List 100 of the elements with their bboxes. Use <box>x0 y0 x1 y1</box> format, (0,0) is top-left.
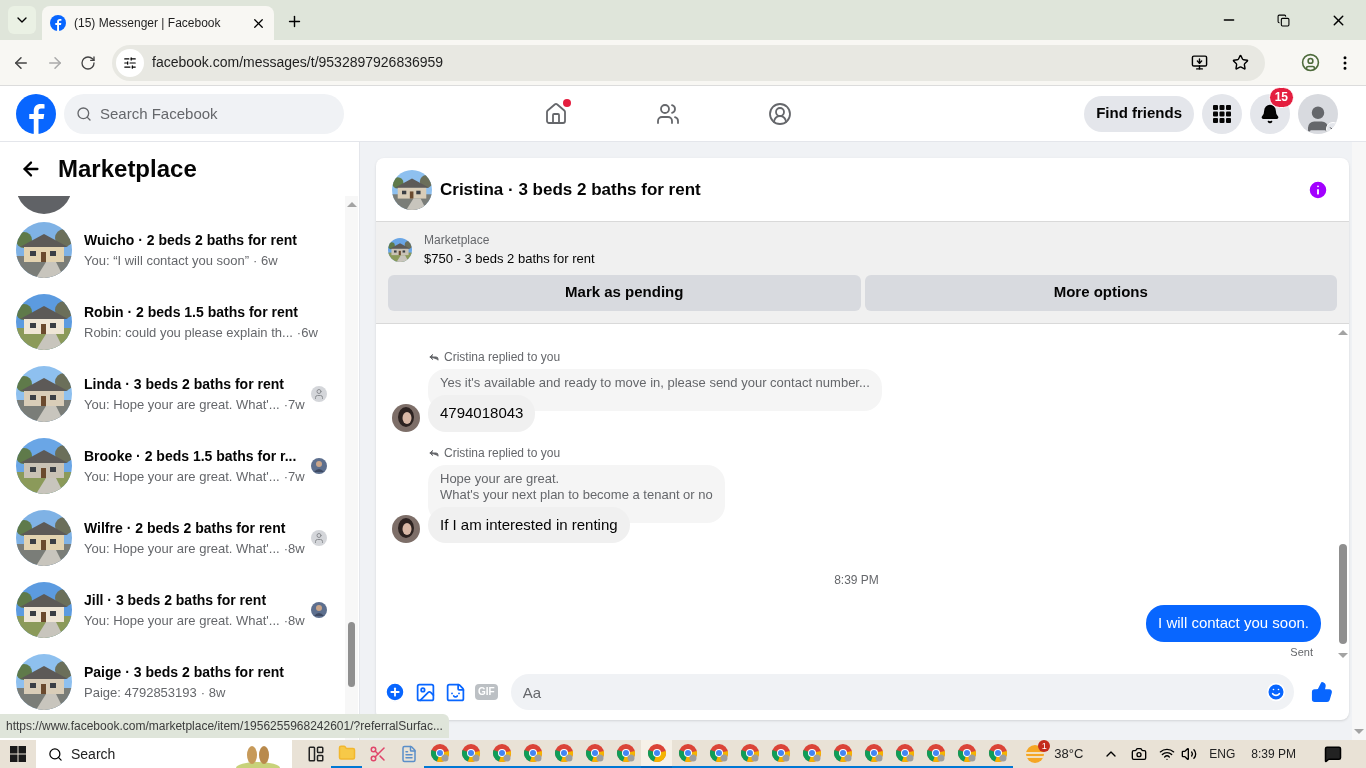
address-bar[interactable]: facebook.com/messages/t/9532897926836959 <box>112 44 1265 81</box>
quoted-message: Yes it's available and ready to move in, please send your contact number... <box>440 375 870 391</box>
delivery-status: Sent <box>1290 644 1313 660</box>
browser-tab[interactable]: (15) Messenger | Facebook <box>42 6 274 40</box>
conversation-title: Brooke · 2 beds 1.5 baths for r... <box>84 446 298 466</box>
message-preview: You: Hope your are great. What'... <box>84 611 280 630</box>
temperature: 38°C <box>1054 745 1084 764</box>
tab-title: (15) Messenger | Facebook <box>74 15 222 32</box>
message-field[interactable]: Aa <box>510 674 1294 710</box>
search-icon <box>48 746 63 762</box>
account-button[interactable] <box>1298 93 1338 134</box>
conversation-title: Robin · 2 beds 1.5 baths for rent <box>84 302 299 322</box>
message-time: ·7w <box>283 395 305 414</box>
conversation-item[interactable]: Brooke · 2 beds 1.5 baths for r... You: Hope your are great. What'... ·7w <box>0 430 345 502</box>
taskbar-search-field[interactable]: Search <box>36 740 292 768</box>
wifi-icon[interactable] <box>1159 746 1176 762</box>
menu-button[interactable] <box>1202 93 1242 134</box>
plus-icon[interactable] <box>384 681 406 703</box>
message-bubble: If I am interested in renting <box>428 506 630 543</box>
sidebar-title: Marketplace <box>58 154 197 184</box>
home-icon <box>544 102 568 126</box>
url-text: facebook.com/messages/t/9532897926836959 <box>152 53 445 72</box>
message-time: ·8w <box>283 611 305 630</box>
new-tab-icon[interactable] <box>286 13 303 30</box>
message-preview: Robin: could you please explain th... <box>84 323 293 342</box>
message-bubble: 4794018043 <box>428 395 536 432</box>
reply-label: Cristina replied to you <box>444 444 561 462</box>
sliders-icon <box>123 55 137 70</box>
quoted-message: Hope your are great. What's your next plan to become a tenant or no <box>440 470 713 503</box>
listing-action-button[interactable]: Mark as pending <box>388 274 861 311</box>
message-time: ·8w <box>283 539 305 558</box>
reply-icon <box>428 351 440 363</box>
chrome-icon <box>460 743 481 763</box>
chrome-icon <box>491 743 512 763</box>
notifications-icon[interactable] <box>1324 745 1342 763</box>
facebook-logo-icon <box>50 15 66 31</box>
chrome-icon <box>429 743 450 763</box>
install-icon[interactable] <box>1191 54 1208 71</box>
reply-label: Cristina replied to you <box>444 349 561 366</box>
listing-action-button[interactable]: More options <box>864 274 1337 311</box>
conversation-title: Wilfre · 2 beds 2 baths for rent <box>84 518 287 538</box>
message-preview: Paige: 4792853193 <box>84 683 197 702</box>
chrome-icon <box>925 743 946 763</box>
message-preview: You: “I will contact you soon” <box>84 251 249 270</box>
find-friends-button[interactable]: Find friends <box>1084 95 1194 132</box>
seen-avatar-icon <box>311 530 327 546</box>
grid-icon <box>1213 104 1231 123</box>
message-preview: You: Hope your are great. What'... <box>84 467 280 486</box>
chrome-icon <box>584 743 605 763</box>
bell-icon <box>1260 103 1280 124</box>
message-preview: You: Hope your are great. What'... <box>84 395 280 414</box>
scrollbar[interactable] <box>1352 142 1366 740</box>
site-info-button[interactable] <box>116 48 144 77</box>
chrome-icon <box>956 743 977 763</box>
restore-icon[interactable] <box>1277 13 1290 27</box>
bookmark-star-icon[interactable] <box>1232 54 1249 71</box>
people-icon <box>656 102 680 126</box>
chrome-icon <box>677 743 698 763</box>
avatar <box>392 515 420 543</box>
like-icon[interactable] <box>1311 681 1333 703</box>
conversation-item[interactable]: Wuicho · 2 beds 2 baths for rent You: “I will contact you soon” · 6w <box>0 214 345 286</box>
info-icon[interactable] <box>1307 178 1329 201</box>
conversation-item[interactable]: Wilfre · 2 beds 2 baths for rent You: Hope your are great. What'... ·8w <box>0 502 345 574</box>
search-field[interactable]: Search Facebook <box>64 93 344 134</box>
link-preview-url: https://www.facebook.com/marketplace/item/1956255968242601/?referralSurfac... <box>0 714 449 738</box>
chrome-icon <box>739 743 760 763</box>
conversation-item[interactable]: Linda · 3 beds 2 baths for rent You: Hope your are great. What'... ·7w <box>0 358 345 430</box>
seen-avatar-icon <box>311 602 327 618</box>
conversation-title: Paige · 3 beds 2 baths for rent <box>84 662 285 682</box>
message-time: · 6w <box>253 251 278 270</box>
scissors-icon <box>368 745 387 763</box>
conversation-title: Jill · 3 beds 2 baths for rent <box>84 590 268 610</box>
search-icon <box>76 105 92 122</box>
chrome-icon <box>863 743 884 763</box>
message-time: ·7w <box>283 467 305 486</box>
chrome-icon <box>832 743 853 763</box>
message-time: ·6w <box>296 323 318 342</box>
sticker-icon[interactable] <box>445 681 466 703</box>
conversation-item[interactable]: Robin · 2 beds 1.5 baths for rent Robin: could you please explain th... ·6w <box>0 286 345 358</box>
chrome-icon <box>894 743 915 763</box>
chrome-icon <box>987 743 1008 763</box>
photo-icon[interactable] <box>415 681 436 703</box>
language-indicator[interactable]: ENG <box>1209 745 1236 763</box>
message-bubble: I will contact you soon. <box>1146 605 1321 642</box>
profile-icon[interactable] <box>1301 53 1320 72</box>
weather-badge: 1 <box>1038 740 1051 752</box>
notepad-icon <box>399 745 418 763</box>
listing-label: Marketplace <box>424 232 491 249</box>
clock[interactable]: 8:39 PM <box>1251 745 1296 763</box>
conversation-item[interactable]: Jill · 3 beds 2 baths for rent You: Hope your are great. What'... ·8w <box>0 574 345 646</box>
seen-avatar-icon <box>311 458 327 474</box>
chrome-icon <box>615 743 636 763</box>
facebook-logo-icon[interactable] <box>16 93 56 134</box>
folder-icon <box>337 744 356 762</box>
chrome-icon <box>522 743 543 763</box>
volume-icon[interactable] <box>1181 746 1198 762</box>
tab-list-button[interactable] <box>8 6 36 34</box>
chrome-icon <box>770 743 791 763</box>
reload-icon[interactable] <box>80 54 96 71</box>
windows-start-icon[interactable] <box>10 746 26 762</box>
